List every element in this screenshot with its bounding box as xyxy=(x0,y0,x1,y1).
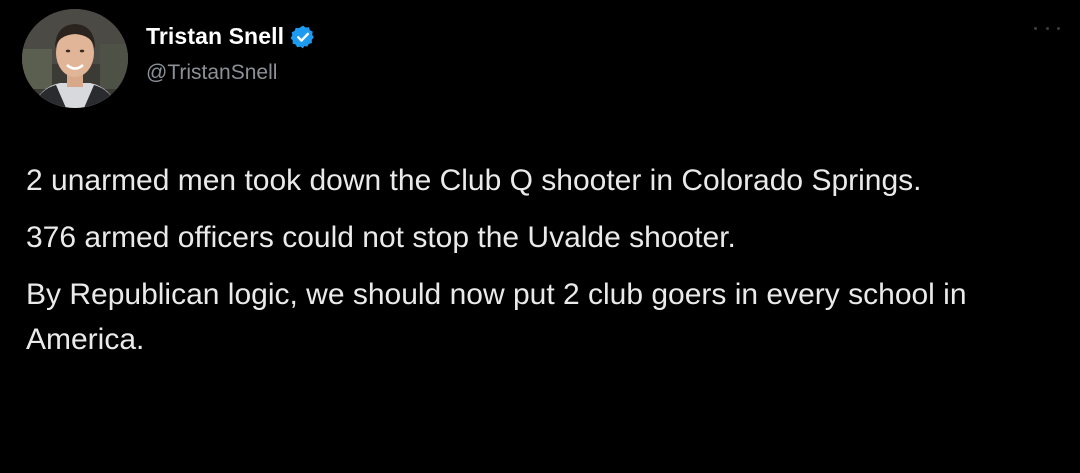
author-name-row: Tristan Snell xyxy=(146,23,316,50)
avatar[interactable] xyxy=(22,9,128,108)
author-handle[interactable]: @TristanSnell xyxy=(146,61,277,85)
tweet-paragraph: 376 armed officers could not stop the Uv… xyxy=(26,221,736,254)
more-options-icon[interactable] xyxy=(1034,20,1060,36)
tweet-card: Tristan Snell @TristanSnell 2 unarmed me… xyxy=(0,0,1080,473)
verified-badge-icon xyxy=(290,25,314,48)
tweet-paragraph: By Republican logic, we should now put 2… xyxy=(26,278,967,356)
tweet-text: 2 unarmed men took down the Club Q shoot… xyxy=(26,158,1056,362)
author-display-name[interactable]: Tristan Snell xyxy=(146,23,284,50)
profile-photo-icon xyxy=(22,9,128,108)
tweet-paragraph: 2 unarmed men took down the Club Q shoot… xyxy=(26,164,922,197)
